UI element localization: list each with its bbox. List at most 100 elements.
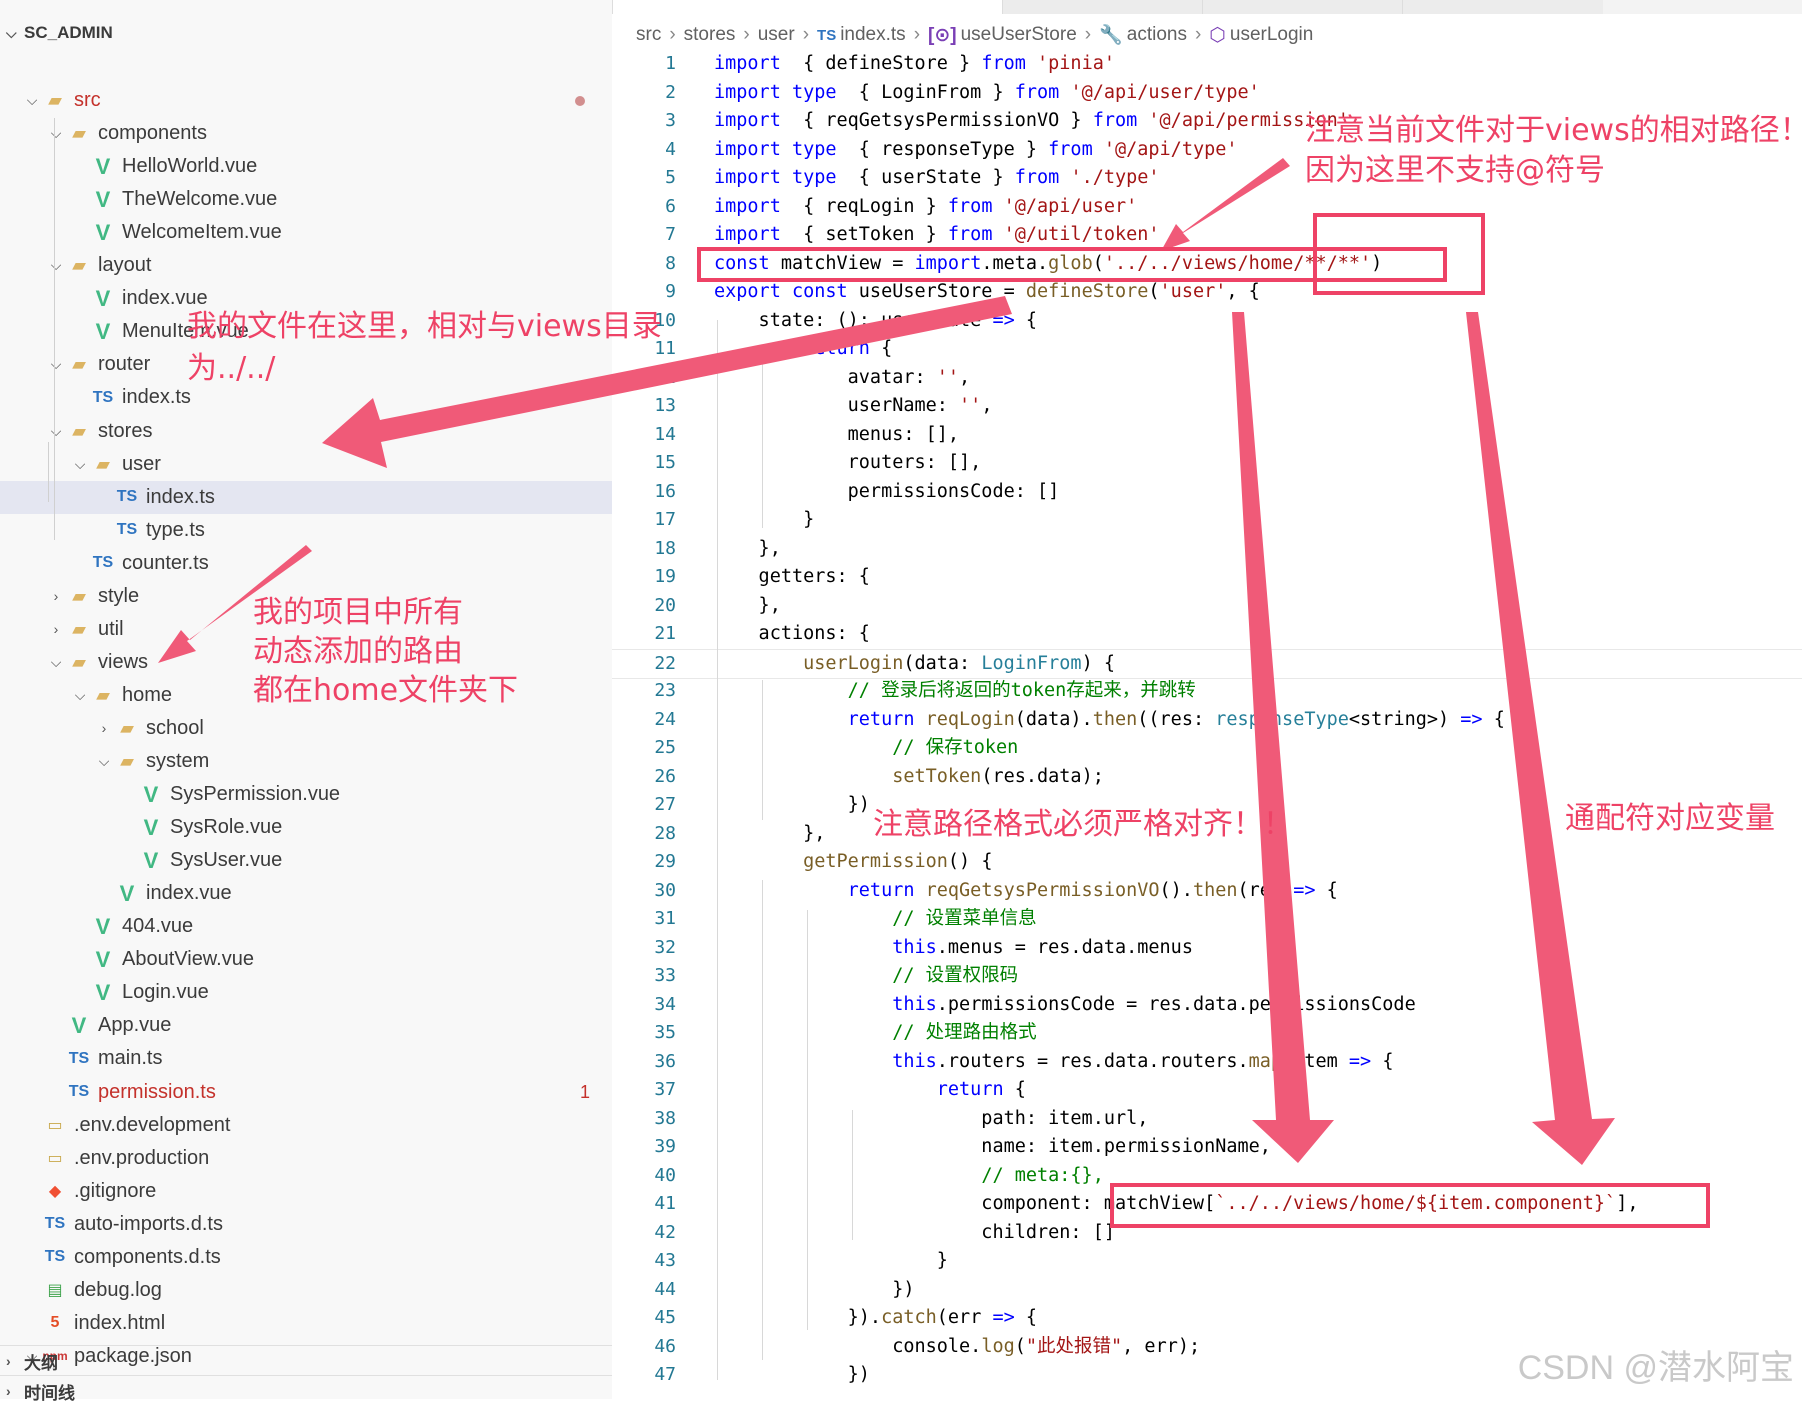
code-line[interactable]: 14 menus: [], (612, 421, 1802, 450)
code-line[interactable]: 32 this.menus = res.data.menus (612, 934, 1802, 963)
code-line[interactable]: 37 return { (612, 1076, 1802, 1105)
breadcrumb-item[interactable]: user (758, 24, 795, 46)
code-line[interactable]: 1 import { defineStore } from 'pinia' (612, 50, 1802, 79)
chevron-down-icon[interactable]: ⌵ (70, 456, 90, 473)
editor-tab[interactable] (1002, 0, 1203, 14)
outline-panel-header[interactable]: › 大纲 (0, 1345, 612, 1376)
code-line[interactable]: 18 }, (612, 535, 1802, 564)
code-line[interactable]: 38 path: item.url, (612, 1105, 1802, 1134)
code-line[interactable]: 34 this.permissionsCode = res.data.permi… (612, 991, 1802, 1020)
tree-file[interactable]: TS permission.ts (0, 1076, 658, 1109)
chevron-right-icon[interactable]: › (46, 588, 66, 604)
code-line[interactable]: 44 }) (612, 1276, 1802, 1305)
tree-folder[interactable]: ⌵ ▰ components (0, 117, 658, 150)
code-line[interactable]: 15 routers: [], (612, 449, 1802, 478)
code-line[interactable]: 20 }, (612, 592, 1802, 621)
code-line[interactable]: 25 // 保存token (612, 734, 1802, 763)
tree-folder[interactable]: ⌵ ▰ src (0, 84, 634, 117)
code-line[interactable]: 12 avatar: '', (612, 364, 1802, 393)
tree-file[interactable]: TS index.ts (0, 381, 682, 414)
tree-file[interactable]: 5 index.html (0, 1307, 634, 1340)
tree-file[interactable]: V App.vue (0, 1009, 658, 1042)
tree-folder[interactable]: ⌵ ▰ views (0, 646, 658, 679)
chevron-down-icon[interactable]: ⌵ (70, 687, 90, 704)
tree-file[interactable]: ◆ .gitignore (0, 1175, 634, 1208)
tree-file[interactable]: TS counter.ts (0, 547, 682, 580)
chevron-right-icon[interactable]: › (94, 720, 114, 736)
code-line[interactable]: 6 import { reqLogin } from '@/api/user' (612, 193, 1802, 222)
active-tab[interactable] (612, 0, 1003, 14)
code-line[interactable]: 40 // meta:{}, (612, 1162, 1802, 1191)
code-line[interactable]: 33 // 设置权限码 (612, 962, 1802, 991)
code-line[interactable]: 35 // 处理路由格式 (612, 1019, 1802, 1048)
tree-file[interactable]: TS type.ts (0, 514, 706, 547)
code-line[interactable]: 16 permissionsCode: [] (612, 478, 1802, 507)
code-line[interactable]: 30 return reqGetsysPermissionVO().then(r… (612, 877, 1802, 906)
tree-file[interactable]: V AboutView.vue (0, 943, 682, 976)
tree-folder[interactable]: ⌵ ▰ layout (0, 249, 658, 282)
code-line[interactable]: 27 }) (612, 791, 1802, 820)
chevron-down-icon[interactable]: ⌵ (94, 753, 114, 770)
explorer-header[interactable]: ⌵ SC_ADMIN (0, 18, 612, 48)
tree-file[interactable]: ▤ debug.log (0, 1274, 634, 1307)
code-line[interactable]: 5 import type { userState } from './type' (612, 164, 1802, 193)
code-line[interactable]: 9 export const useUserStore = defineStore… (612, 278, 1802, 307)
code-line[interactable]: 22 userLogin(data: LoginFrom) { (612, 648, 1802, 679)
code-line[interactable]: 23 // 登录后将返回的token存起来，并跳转 (612, 677, 1802, 706)
breadcrumb-item[interactable]: stores (684, 24, 736, 46)
code-line[interactable]: 43 } (612, 1247, 1802, 1276)
code-line[interactable]: 10 state: (): userState => { (612, 307, 1802, 336)
tree-folder[interactable]: › ▰ util (0, 613, 658, 646)
tree-folder[interactable]: ⌵ ▰ stores (0, 415, 658, 448)
breadcrumb-item[interactable]: index.ts (840, 24, 905, 46)
tree-folder[interactable]: › ▰ style (0, 580, 658, 613)
tree-file[interactable]: TS components.d.ts (0, 1241, 634, 1274)
tree-file[interactable]: V 404.vue (0, 910, 682, 943)
chevron-down-icon[interactable]: ⌵ (46, 356, 66, 373)
tree-folder[interactable]: › ▰ school (0, 712, 706, 745)
code-line[interactable]: 2 import type { LoginFrom } from '@/api/u… (612, 79, 1802, 108)
chevron-down-icon[interactable]: ⌵ (46, 423, 66, 440)
code-line[interactable]: 29 getPermission() { (612, 848, 1802, 877)
tree-file[interactable]: V Login.vue (0, 976, 682, 1009)
tree-file[interactable]: TS main.ts (0, 1042, 658, 1075)
timeline-panel-header[interactable]: › 时间线 (0, 1375, 612, 1406)
breadcrumb-item[interactable]: src (636, 24, 661, 46)
code-line[interactable]: 31 // 设置菜单信息 (612, 905, 1802, 934)
code-line[interactable]: 4 import type { responseType } from '@/ap… (612, 136, 1802, 165)
code-line[interactable]: 8 const matchView = import.meta.glob('../… (612, 250, 1802, 279)
tree-file[interactable]: Vindex.vue (0, 282, 682, 315)
tree-file[interactable]: V WelcomeItem.vue (0, 216, 682, 249)
breadcrumb-item[interactable]: useUserStore (961, 24, 1077, 46)
tree-file[interactable]: Vindex.vue (0, 877, 706, 910)
code-line[interactable]: 36 this.routers = res.data.routers.map(i… (612, 1048, 1802, 1077)
code-line[interactable]: 19 getters: { (612, 563, 1802, 592)
tree-file[interactable]: ▭ .env.production (0, 1142, 634, 1175)
code-line[interactable]: 13 userName: '', (612, 392, 1802, 421)
tree-file[interactable]: ▭ .env.development (0, 1109, 634, 1142)
code-line[interactable]: 28 }, (612, 820, 1802, 849)
code-line[interactable]: 41 component: matchView[`../../views/hom… (612, 1190, 1802, 1219)
chevron-down-icon[interactable]: ⌵ (22, 92, 42, 109)
code-line[interactable]: 24 return reqLogin(data).then((res: resp… (612, 706, 1802, 735)
breadcrumb-item[interactable]: actions (1127, 24, 1187, 46)
tree-folder[interactable]: ⌵ ▰ system (0, 745, 706, 778)
chevron-down-icon[interactable]: ⌵ (46, 257, 66, 274)
code-line[interactable]: 26 setToken(res.data); (612, 763, 1802, 792)
tree-file[interactable]: V MenuItem.vue (0, 315, 682, 348)
tree-folder[interactable]: ⌵ ▰ router (0, 348, 658, 381)
code-line[interactable]: 11 return { (612, 335, 1802, 364)
code-line[interactable]: 39 name: item.permissionName, (612, 1133, 1802, 1162)
editor-tab[interactable] (1402, 0, 1603, 14)
code-line[interactable]: 42 children: [] (612, 1219, 1802, 1248)
tree-folder[interactable]: ⌵ ▰ user (0, 448, 682, 481)
code-line[interactable]: 17 } (612, 506, 1802, 535)
code-line[interactable]: 21 actions: { (612, 620, 1802, 649)
tree-file[interactable]: V HelloWorld.vue (0, 150, 682, 183)
chevron-down-icon[interactable]: ⌵ (46, 125, 66, 142)
chevron-down-icon[interactable]: ⌵ (46, 654, 66, 671)
code-editor[interactable]: src › stores › user › TS index.ts › [⊙] … (612, 0, 1802, 1399)
code-line[interactable]: 45 }).catch(err => { (612, 1304, 1802, 1333)
breadcrumb-item[interactable]: userLogin (1230, 24, 1313, 46)
editor-tab[interactable] (1202, 0, 1403, 14)
